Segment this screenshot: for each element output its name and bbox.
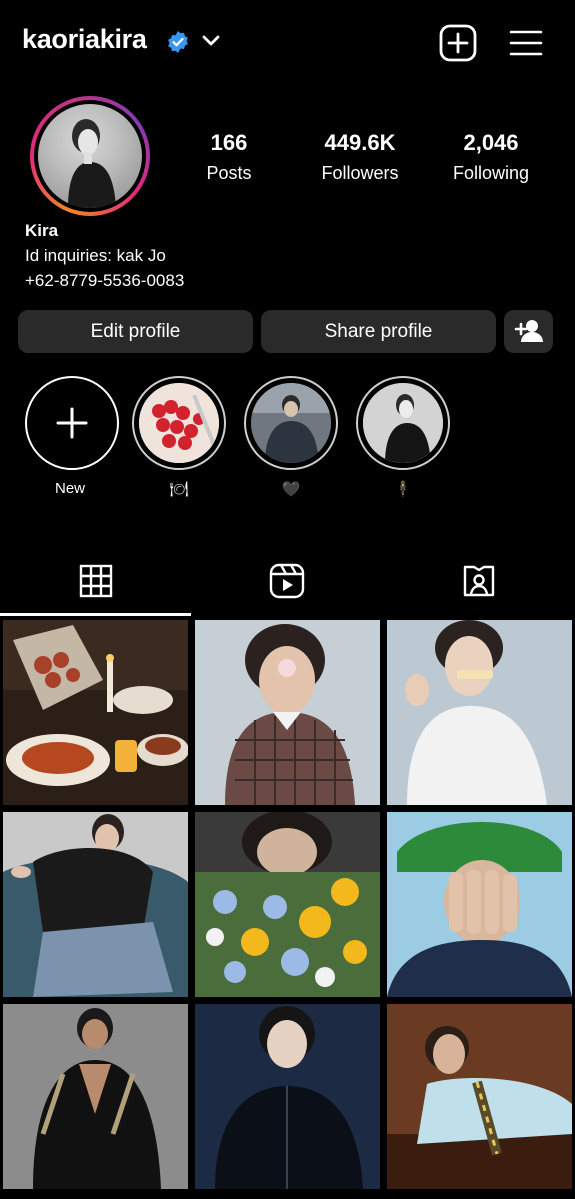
post-thumbnail[interactable]: [195, 620, 380, 805]
followers-count: 449.6K: [324, 130, 396, 155]
post-thumbnail[interactable]: [195, 812, 380, 997]
highlight-label: New: [54, 480, 85, 497]
discover-people-button[interactable]: [504, 310, 553, 353]
posts-count: 166: [210, 130, 248, 155]
highlight-label: 🕴: [393, 481, 413, 498]
highlight-label: 🖤: [281, 481, 301, 498]
username[interactable]: kaoriakira: [22, 24, 147, 55]
tagged-icon[interactable]: [462, 564, 496, 598]
bio-phone[interactable]: +62-8779-5536-0083: [25, 271, 184, 291]
following-label: Following: [452, 163, 530, 183]
profile-name: Kira: [25, 221, 59, 240]
post-thumbnail[interactable]: [387, 1004, 572, 1189]
post-thumbnail[interactable]: [387, 620, 572, 805]
share-profile-button[interactable]: Share profile: [261, 310, 496, 353]
following-count: 2,046: [463, 130, 519, 155]
posts-label: Posts: [206, 163, 252, 183]
reels-icon[interactable]: [269, 563, 305, 599]
chevron-down-icon[interactable]: [200, 31, 222, 51]
menu-icon[interactable]: [508, 28, 544, 58]
followers-label: Followers: [321, 163, 399, 183]
active-tab-indicator: [0, 613, 191, 616]
post-thumbnail[interactable]: [3, 620, 188, 805]
edit-profile-button[interactable]: Edit profile: [18, 310, 253, 353]
highlight-item[interactable]: [356, 376, 450, 470]
verified-badge-icon: [168, 31, 188, 53]
following-stat[interactable]: 2,046 Following: [426, 130, 556, 184]
grid-icon[interactable]: [79, 564, 113, 598]
highlight-item[interactable]: [132, 376, 226, 470]
posts-stat[interactable]: 166 Posts: [164, 130, 294, 184]
followers-stat[interactable]: 449.6K Followers: [295, 130, 425, 184]
highlight-item[interactable]: [244, 376, 338, 470]
bio-line: Id inquiries: kak Jo: [25, 246, 166, 265]
new-post-icon[interactable]: [439, 24, 477, 62]
plus-icon: [56, 407, 88, 439]
post-thumbnail[interactable]: [3, 1004, 188, 1189]
post-thumbnail[interactable]: [195, 1004, 380, 1189]
add-person-icon: [514, 320, 543, 342]
post-thumbnail[interactable]: [3, 812, 188, 997]
highlight-label: 🍽: [169, 481, 189, 498]
highlight-new[interactable]: [25, 376, 119, 470]
post-thumbnail[interactable]: [387, 812, 572, 997]
avatar[interactable]: [30, 96, 150, 216]
